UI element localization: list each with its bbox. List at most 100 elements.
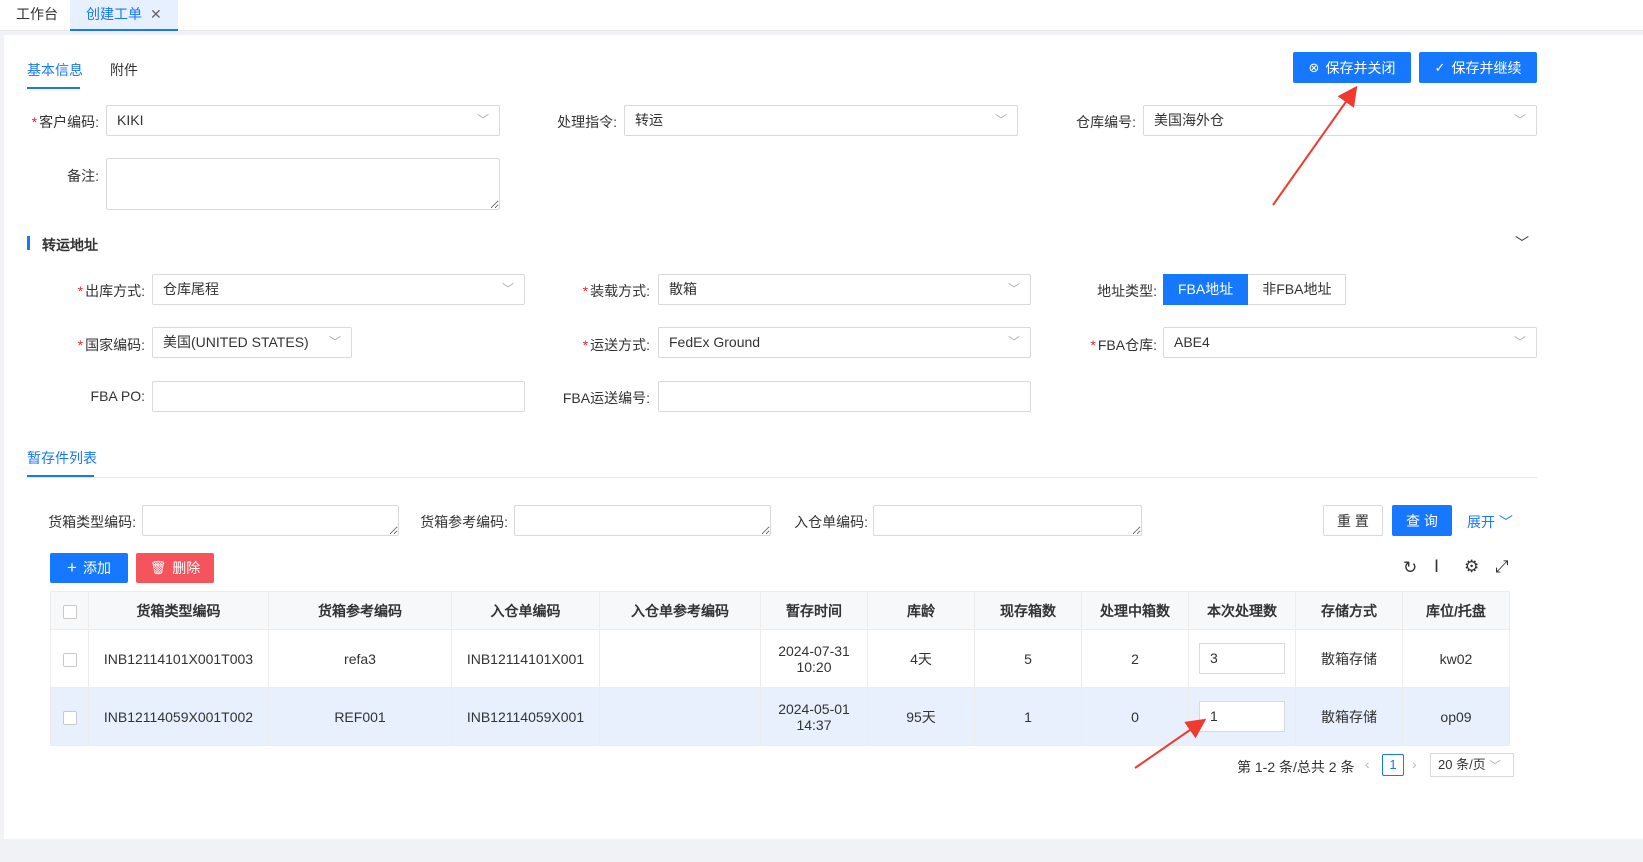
col-stock[interactable]: 现存箱数 — [974, 591, 1082, 630]
out-method-select[interactable]: 仓库尾程 ﹀ — [152, 274, 525, 305]
close-icon[interactable]: ✕ — [150, 6, 162, 22]
fba-warehouse-select[interactable]: ABE4 ﹀ — [1163, 327, 1537, 358]
instruction-select[interactable]: 转运 ﹀ — [624, 105, 1018, 136]
add-button[interactable]: + 添加 — [50, 553, 128, 583]
address-type-toggle: FBA地址 非FBA地址 — [1163, 274, 1347, 305]
ship-method-label: * 运送方式: — [582, 337, 650, 353]
chevron-down-icon: ﹀ — [1513, 113, 1526, 127]
tab-basic-info[interactable]: 基本信息 — [27, 60, 83, 80]
chevron-down-icon: ﹀ — [1513, 335, 1526, 349]
row-checkbox[interactable] — [62, 652, 77, 667]
plus-icon: + — [67, 558, 77, 577]
cell-processing: 0 — [1081, 687, 1189, 746]
col-staging-time[interactable]: 暂存时间 — [760, 591, 868, 630]
staging-date: 2024-07-31 — [778, 642, 850, 659]
column-height-icon[interactable]: Ⅰ — [1434, 557, 1439, 577]
address-type-label: 地址类型: — [1097, 283, 1157, 299]
expand-link[interactable]: 展开 ﹀ — [1467, 512, 1513, 532]
box-type-filter-input[interactable] — [142, 505, 399, 536]
qty-input[interactable]: 1 — [1199, 701, 1285, 732]
reset-button[interactable]: 重 置 — [1323, 505, 1383, 536]
cell-staging-time: 2024-07-31 10:20 — [760, 629, 868, 688]
cell-inbound: INB12114059X001 — [451, 687, 600, 746]
settings-gear-icon[interactable]: ⚙ — [1464, 557, 1479, 577]
tab-workbench[interactable]: 工作台 — [0, 0, 74, 31]
tab-attachments[interactable]: 附件 — [110, 60, 138, 80]
refresh-icon[interactable]: ↻ — [1403, 558, 1417, 578]
chevron-down-icon: ﹀ — [501, 282, 514, 296]
warehouse-label: 仓库编号: — [1076, 114, 1136, 130]
save-continue-label: 保存并继续 — [1451, 59, 1522, 76]
page-number-current[interactable]: 1 — [1382, 754, 1404, 776]
inbound-filter-input[interactable] — [873, 505, 1142, 536]
chevron-down-icon: ﹀ — [328, 335, 341, 349]
row-checkbox-cell[interactable] — [50, 629, 89, 688]
box-type-filter-label: 货箱类型编码: — [48, 514, 136, 530]
tab-staging-list[interactable]: 暂存件列表 — [27, 448, 97, 468]
cell-stock: 1 — [974, 687, 1082, 746]
col-qty[interactable]: 本次处理数 — [1188, 591, 1296, 630]
address-type-fba[interactable]: FBA地址 — [1163, 274, 1249, 305]
cell-processing: 2 — [1081, 629, 1189, 688]
cell-stock: 5 — [974, 629, 1082, 688]
table-row[interactable]: INB12114059X001T002 REF001 INB12114059X0… — [50, 687, 1510, 746]
cell-storage: 散箱存储 — [1295, 687, 1403, 746]
fba-po-input[interactable] — [152, 381, 525, 412]
pagination-summary: 第 1-2 条/总共 2 条 — [1237, 759, 1355, 775]
row-checkbox-cell[interactable] — [50, 687, 89, 746]
page-size-select[interactable]: 20 条/页 ﹀ — [1430, 753, 1514, 777]
instruction-value: 转运 — [635, 112, 663, 128]
col-age[interactable]: 库龄 — [867, 591, 975, 630]
col-storage[interactable]: 存储方式 — [1295, 591, 1403, 630]
check-circle-icon: ✓ — [1434, 59, 1446, 75]
out-method-label: * 出库方式: — [77, 283, 145, 299]
chevron-down-icon: ﹀ — [1007, 282, 1020, 296]
address-type-non-fba[interactable]: 非FBA地址 — [1248, 274, 1347, 305]
fullscreen-icon[interactable]: ⤢ — [1495, 557, 1509, 577]
add-label: 添加 — [82, 560, 111, 576]
cell-age: 4天 — [867, 629, 975, 688]
query-button[interactable]: 查 询 — [1392, 505, 1452, 536]
col-box-ref[interactable]: 货箱参考编码 — [268, 591, 452, 630]
page-size-value: 20 条/页 — [1438, 757, 1486, 772]
save-continue-button[interactable]: ✓ 保存并继续 — [1419, 52, 1537, 83]
box-ref-filter-input[interactable] — [514, 505, 771, 536]
table-row[interactable]: INB12114101X001T003 refa3 INB12114101X00… — [50, 629, 1510, 688]
col-processing[interactable]: 处理中箱数 — [1081, 591, 1189, 630]
remark-textarea[interactable] — [106, 158, 500, 210]
fba-ship-no-label: FBA运送编号: — [562, 390, 650, 406]
customer-code-value: KIKI — [117, 112, 144, 128]
warehouse-select[interactable]: 美国海外仓 ﹀ — [1143, 105, 1537, 136]
active-tab-indicator — [27, 87, 80, 89]
divider — [27, 477, 1537, 478]
next-page-icon[interactable]: › — [1412, 756, 1417, 772]
top-tab-bar: 工作台 创建工单 ✕ — [0, 0, 1643, 31]
collapse-chevron-icon[interactable]: ﹀ — [1515, 233, 1529, 253]
col-box-type[interactable]: 货箱类型编码 — [88, 591, 269, 630]
col-inbound[interactable]: 入仓单编码 — [451, 591, 600, 630]
save-close-button[interactable]: ⊗ 保存并关闭 — [1293, 52, 1411, 83]
tab-create-order[interactable]: 创建工单 ✕ — [70, 0, 178, 31]
cell-box-type: INB12114101X001T003 — [88, 629, 269, 688]
cell-inbound: INB12114101X001 — [451, 629, 600, 688]
chevron-down-icon: ﹀ — [476, 113, 489, 127]
fba-ship-no-input[interactable] — [658, 381, 1031, 412]
load-method-select[interactable]: 散箱 ﹀ — [658, 274, 1031, 305]
ship-method-select[interactable]: FedEx Ground ﹀ — [658, 327, 1031, 358]
prev-page-icon[interactable]: ‹ — [1365, 756, 1370, 772]
row-checkbox[interactable] — [62, 710, 77, 725]
country-select[interactable]: 美国(UNITED STATES) ﹀ — [152, 327, 352, 358]
country-value: 美国(UNITED STATES) — [163, 334, 309, 350]
col-inbound-ref[interactable]: 入仓单参考编码 — [599, 591, 761, 630]
customer-code-select[interactable]: KIKI ﹀ — [106, 105, 500, 136]
select-all-checkbox-cell[interactable] — [50, 591, 89, 630]
chevron-down-icon: ﹀ — [994, 113, 1007, 127]
fba-po-label: FBA PO: — [90, 388, 145, 404]
select-all-checkbox[interactable] — [62, 604, 77, 619]
delete-button[interactable]: 🗑 删除 — [136, 553, 214, 583]
cell-staging-time: 2024-05-01 14:37 — [760, 687, 868, 746]
customer-code-label: * 客户编码: — [31, 114, 99, 130]
box-ref-filter-label: 货箱参考编码: — [420, 514, 508, 530]
col-location[interactable]: 库位/托盘 — [1402, 591, 1510, 630]
qty-input[interactable]: 3 — [1199, 643, 1285, 674]
